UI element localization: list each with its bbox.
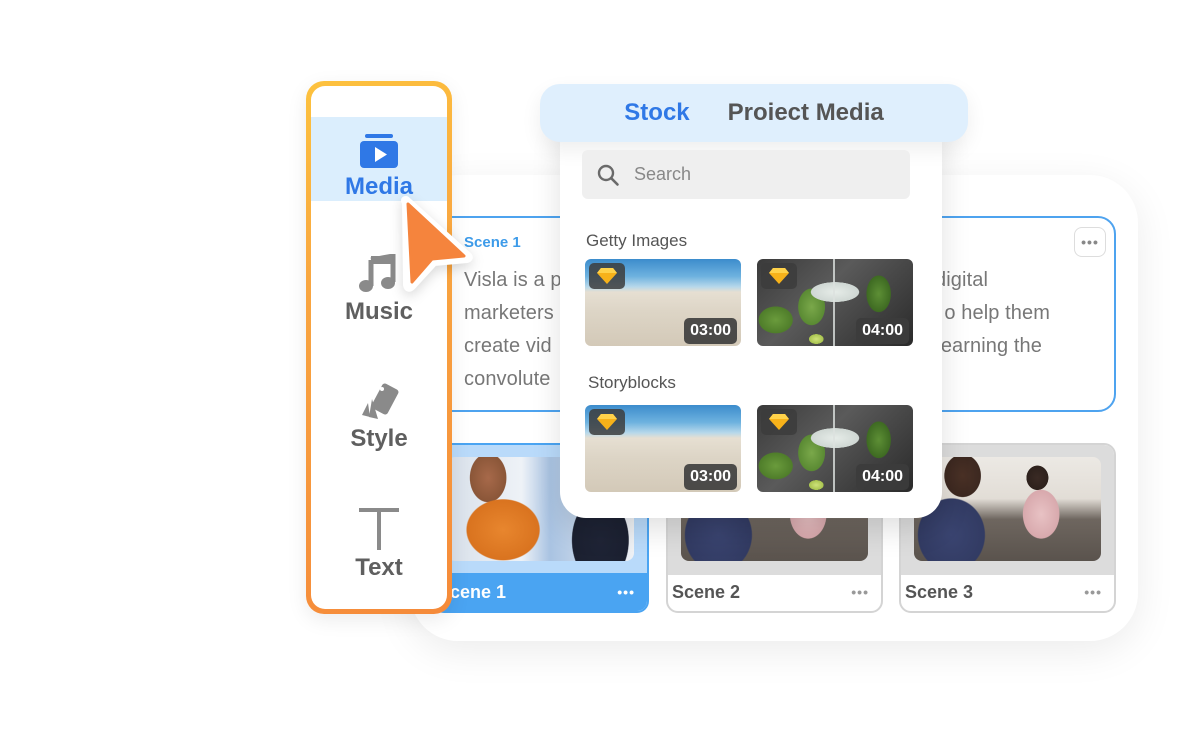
diamond-icon <box>769 414 789 430</box>
sidebar: Media Music Style Text <box>306 81 452 614</box>
music-note-icon <box>359 254 396 292</box>
sidebar-item-label: Style <box>350 425 408 452</box>
scene-3-image <box>914 457 1101 561</box>
more-dots-icon[interactable]: ••• <box>851 584 869 600</box>
search-field[interactable] <box>582 150 910 199</box>
section-title-getty: Getty Images <box>586 231 688 250</box>
sidebar-item-label: Text <box>355 554 403 581</box>
text-t-icon <box>359 508 399 550</box>
diamond-icon <box>769 268 789 284</box>
diamond-icon <box>597 414 617 430</box>
tab-project-media[interactable]: Proiect Media <box>728 99 884 127</box>
sidebar-item-style[interactable]: Style <box>311 369 447 453</box>
script-line-right: o help them <box>944 302 1050 324</box>
script-line-left: Visla is a p <box>464 269 562 291</box>
media-source-tabs: Stock Proiect Media <box>540 84 968 142</box>
script-line-right: earning the <box>940 335 1042 357</box>
scene-name: Scene 2 <box>672 581 741 602</box>
duration-label: 04:00 <box>856 464 909 490</box>
script-line-left: marketers <box>464 302 554 324</box>
style-swatch-icon <box>362 383 399 419</box>
scene-more-button[interactable]: ••• <box>1074 227 1106 257</box>
diamond-icon <box>597 268 617 284</box>
script-line-left: create vid <box>464 335 552 357</box>
more-dots-icon[interactable]: ••• <box>1084 584 1102 600</box>
tab-stock[interactable]: Stock <box>624 99 689 127</box>
more-dots-icon: ••• <box>1081 234 1099 250</box>
script-line-left: convolute <box>464 368 551 390</box>
section-title-storyblocks: Storyblocks <box>588 373 676 392</box>
premium-badge <box>589 409 625 435</box>
media-tile[interactable]: 04:00 <box>757 259 913 346</box>
search-input[interactable] <box>634 164 884 185</box>
duration-label: 03:00 <box>684 318 737 344</box>
premium-badge <box>589 263 625 289</box>
media-tile[interactable]: 04:00 <box>757 405 913 492</box>
premium-badge <box>761 263 797 289</box>
scene-name: Scene 3 <box>905 581 974 602</box>
media-play-icon <box>360 134 398 168</box>
media-tile[interactable]: 03:00 <box>585 259 741 346</box>
premium-badge <box>761 409 797 435</box>
duration-label: 03:00 <box>684 464 737 490</box>
sidebar-item-media[interactable]: Media <box>311 117 447 201</box>
media-tile[interactable]: 03:00 <box>585 405 741 492</box>
sidebar-item-label: Music <box>344 298 413 325</box>
more-dots-icon[interactable]: ••• <box>617 584 635 600</box>
pointer-cursor-icon <box>401 196 473 292</box>
duration-label: 04:00 <box>856 318 909 344</box>
script-line-right: digital <box>935 269 988 291</box>
sidebar-item-text[interactable]: Text <box>311 498 447 582</box>
search-icon <box>597 164 619 186</box>
